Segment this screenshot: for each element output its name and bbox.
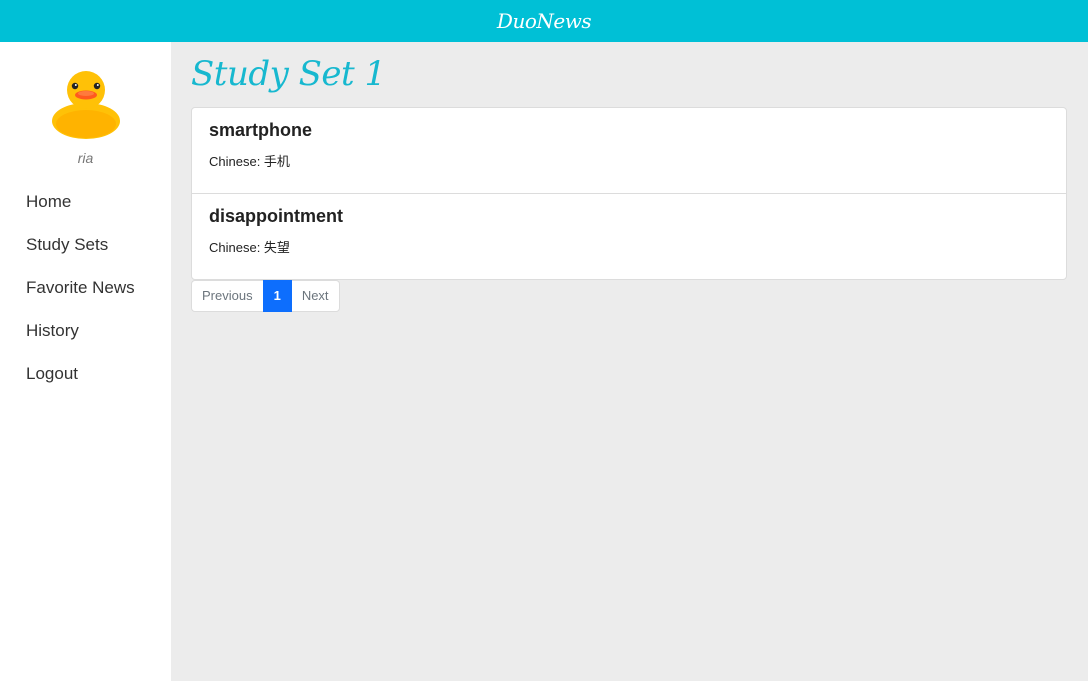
word-card[interactable]: disappointment Chinese: 失望: [192, 194, 1066, 279]
next-page-button[interactable]: Next: [291, 280, 340, 312]
top-navbar: DuoNews: [0, 0, 1088, 42]
word-card[interactable]: smartphone Chinese: 手机: [192, 108, 1066, 194]
sidebar-item-study-sets[interactable]: Study Sets: [0, 233, 171, 276]
page-title: Study Set 1: [191, 54, 386, 94]
sidebar-nav: Home Study Sets Favorite News History Lo…: [0, 190, 171, 405]
avatar: [48, 68, 124, 140]
word-term: smartphone: [209, 120, 313, 140]
word-translation: Chinese: 失望: [209, 240, 290, 255]
word-card-list: smartphone Chinese: 手机 disappointment Ch…: [191, 107, 1067, 280]
sidebar: ria Home Study Sets Favorite News Histor…: [0, 42, 171, 681]
pagination: Previous 1 Next: [191, 280, 340, 312]
main-content: Study Set 1 smartphone Chinese: 手机 disap…: [171, 42, 1088, 681]
username: ria: [77, 150, 94, 166]
sidebar-item-logout[interactable]: Logout: [0, 362, 171, 405]
page-number-button[interactable]: 1: [262, 280, 292, 312]
word-term: disappointment: [209, 206, 343, 226]
sidebar-item-history[interactable]: History: [0, 319, 171, 362]
sidebar-item-home[interactable]: Home: [0, 190, 171, 233]
word-translation: Chinese: 手机: [209, 154, 290, 169]
previous-page-button[interactable]: Previous: [191, 280, 263, 312]
brand-title[interactable]: DuoNews: [497, 9, 592, 33]
rubber-duck-icon: [52, 71, 120, 139]
sidebar-item-favorite-news[interactable]: Favorite News: [0, 276, 171, 319]
